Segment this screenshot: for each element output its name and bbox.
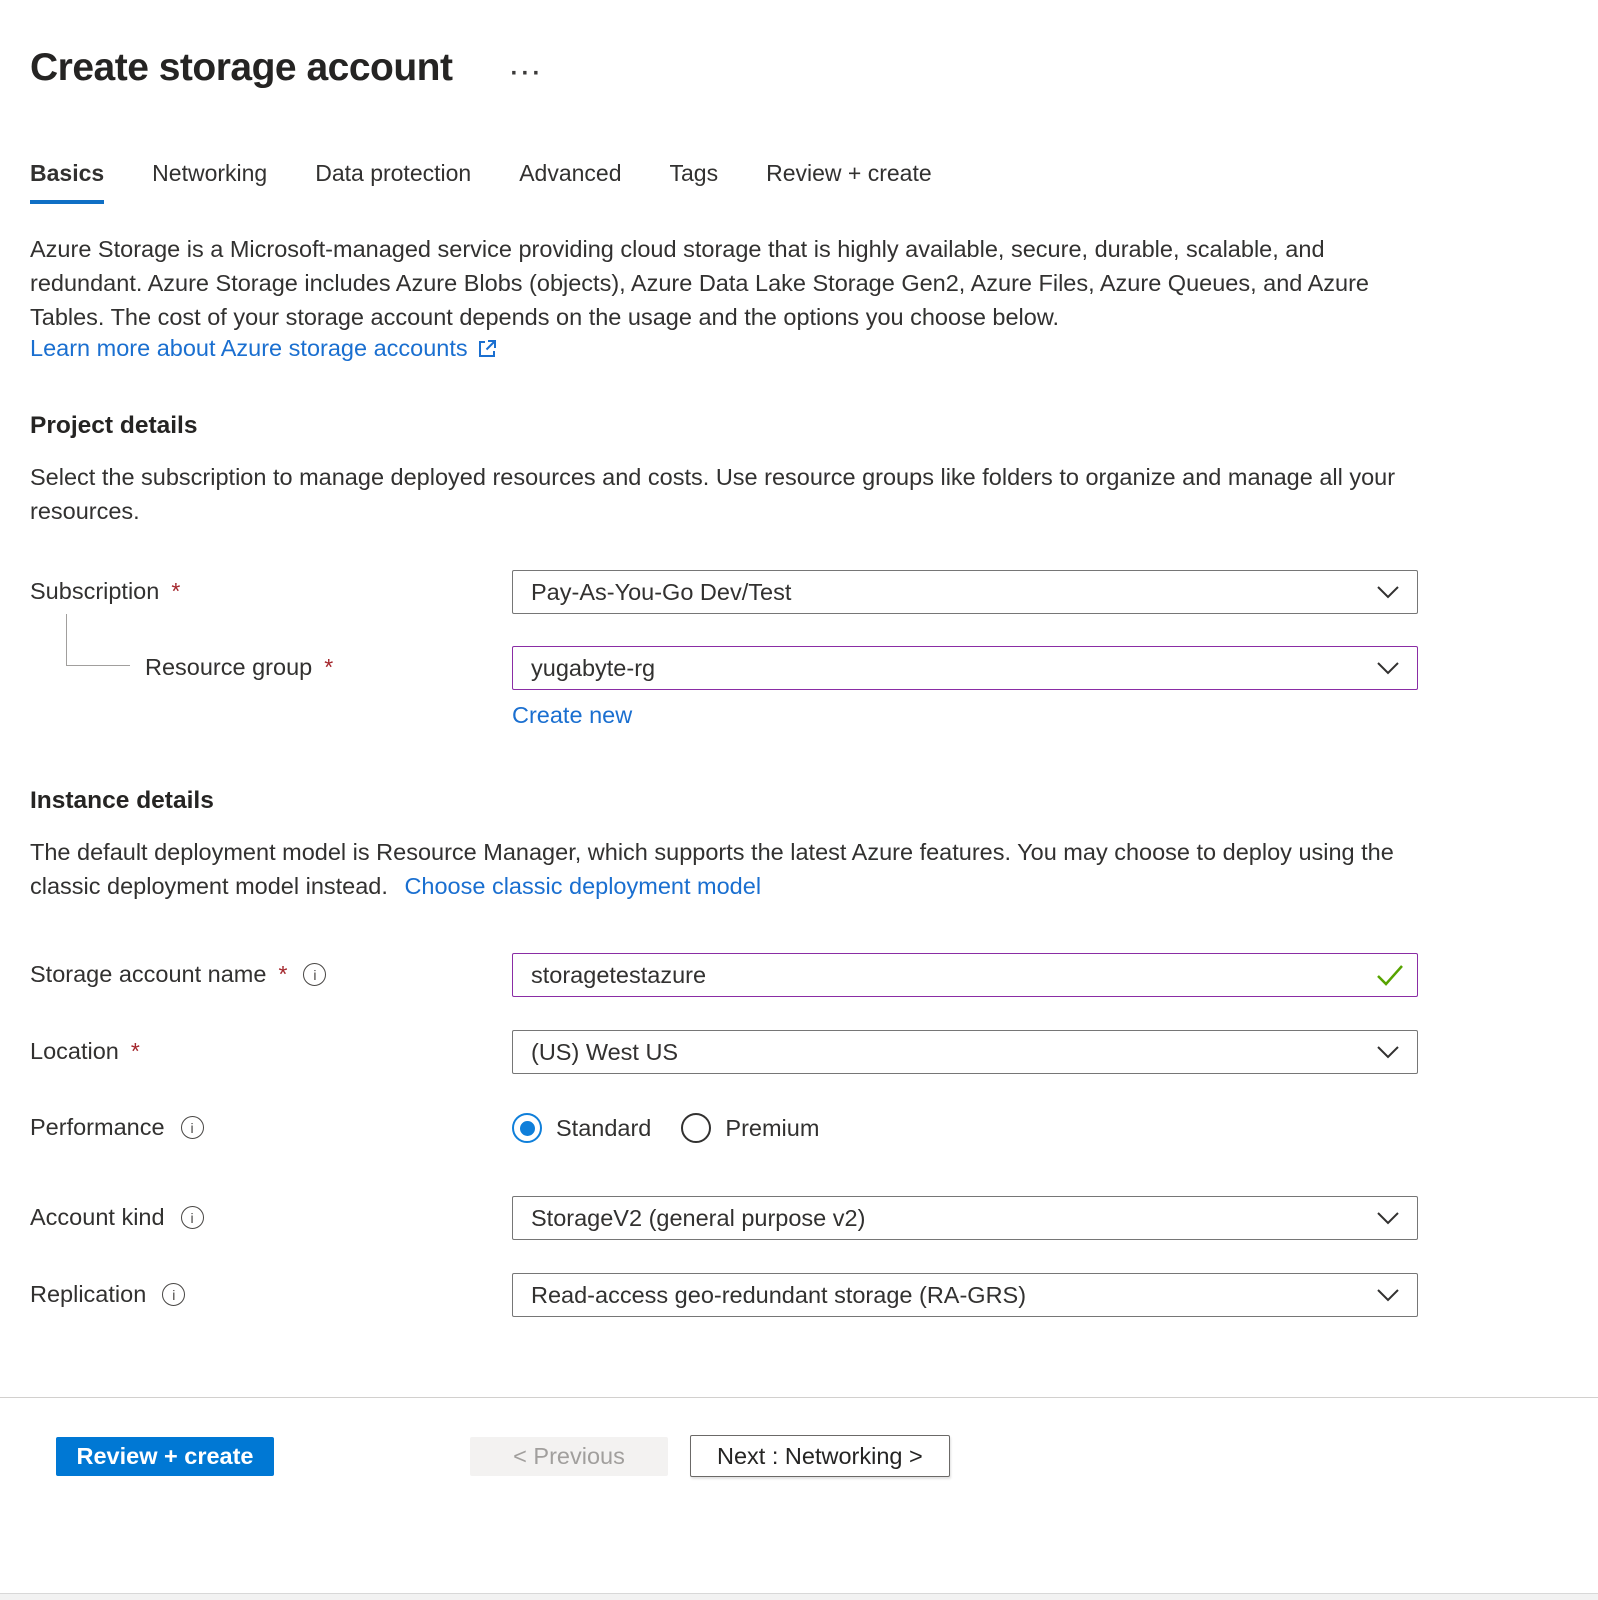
replication-row: Replication i Read-access geo-redundant …	[30, 1273, 1568, 1317]
info-icon[interactable]: i	[181, 1206, 204, 1229]
learn-more-link[interactable]: Learn more about Azure storage accounts	[30, 335, 498, 362]
info-icon[interactable]: i	[162, 1283, 185, 1306]
chevron-down-icon	[1377, 1289, 1399, 1302]
previous-button[interactable]: < Previous	[470, 1437, 668, 1476]
account-kind-label: Account kind	[30, 1204, 165, 1231]
subscription-value: Pay-As-You-Go Dev/Test	[531, 579, 791, 606]
chevron-down-icon	[1377, 662, 1399, 675]
storage-account-name-input[interactable]	[512, 953, 1418, 997]
next-networking-button[interactable]: Next : Networking >	[690, 1435, 950, 1477]
subscription-label-group: Subscription *	[30, 570, 512, 605]
radio-standard[interactable]: Standard	[512, 1113, 651, 1143]
tab-data-protection[interactable]: Data protection	[315, 160, 471, 204]
performance-radio-group: Standard Premium	[512, 1106, 1418, 1150]
chevron-down-icon	[1377, 1046, 1399, 1059]
storage-account-name-label: Storage account name	[30, 961, 266, 988]
radio-premium[interactable]: Premium	[681, 1113, 819, 1143]
chevron-down-icon	[1377, 586, 1399, 599]
project-details-heading: Project details	[30, 412, 1568, 440]
valid-check-icon	[1376, 964, 1404, 986]
classic-deployment-link[interactable]: Choose classic deployment model	[404, 873, 761, 899]
performance-row: Performance i Standard Premium	[30, 1106, 1568, 1150]
footer-button-bar: Review + create < Previous Next : Networ…	[0, 1398, 1598, 1477]
replication-label: Replication	[30, 1281, 146, 1308]
radio-standard-label: Standard	[556, 1115, 651, 1142]
more-menu-icon[interactable]: ···	[510, 62, 543, 86]
radio-dot-icon	[681, 1113, 711, 1143]
bottom-edge-strip	[0, 1593, 1598, 1600]
subscription-row: Subscription * Pay-As-You-Go Dev/Test	[30, 570, 1568, 614]
create-new-link[interactable]: Create new	[512, 702, 632, 729]
chevron-down-icon	[1377, 1212, 1399, 1225]
review-create-button[interactable]: Review + create	[56, 1437, 274, 1476]
tab-basics[interactable]: Basics	[30, 160, 104, 204]
replication-label-group: Replication i	[30, 1273, 512, 1308]
required-asterisk: *	[171, 578, 180, 605]
info-icon[interactable]: i	[181, 1116, 204, 1139]
radio-premium-label: Premium	[725, 1115, 819, 1142]
page-header: Create storage account ···	[30, 0, 1568, 90]
location-label: Location	[30, 1038, 119, 1065]
project-details-description: Select the subscription to manage deploy…	[30, 460, 1430, 528]
external-link-icon	[477, 338, 498, 359]
resource-group-label: Resource group	[145, 654, 312, 681]
create-storage-account-page: Create storage account ··· Basics Networ…	[0, 0, 1598, 1600]
info-icon[interactable]: i	[303, 963, 326, 986]
resource-group-row: Resource group * yugabyte-rg Create new	[30, 646, 1568, 729]
location-dropdown[interactable]: (US) West US	[512, 1030, 1418, 1074]
instance-details-heading: Instance details	[30, 787, 1568, 815]
location-label-group: Location *	[30, 1030, 512, 1065]
resource-group-dropdown[interactable]: yugabyte-rg	[512, 646, 1418, 690]
storage-account-name-row: Storage account name * i	[30, 953, 1568, 997]
tab-review-create[interactable]: Review + create	[766, 160, 932, 204]
replication-dropdown[interactable]: Read-access geo-redundant storage (RA-GR…	[512, 1273, 1418, 1317]
performance-label: Performance	[30, 1114, 165, 1141]
tree-connector-line	[66, 614, 130, 666]
account-kind-value: StorageV2 (general purpose v2)	[531, 1205, 865, 1232]
resource-group-label-group: Resource group *	[30, 646, 512, 681]
tab-tags[interactable]: Tags	[670, 160, 719, 204]
subscription-label: Subscription	[30, 578, 159, 605]
tab-networking[interactable]: Networking	[152, 160, 267, 204]
wizard-tabs: Basics Networking Data protection Advanc…	[30, 160, 1568, 204]
page-title: Create storage account	[30, 46, 452, 90]
instance-details-description: The default deployment model is Resource…	[30, 835, 1430, 903]
subscription-dropdown[interactable]: Pay-As-You-Go Dev/Test	[512, 570, 1418, 614]
location-value: (US) West US	[531, 1039, 678, 1066]
account-kind-dropdown[interactable]: StorageV2 (general purpose v2)	[512, 1196, 1418, 1240]
radio-dot-icon	[512, 1113, 542, 1143]
account-kind-label-group: Account kind i	[30, 1196, 512, 1231]
tab-advanced[interactable]: Advanced	[519, 160, 621, 204]
account-kind-row: Account kind i StorageV2 (general purpos…	[30, 1196, 1568, 1240]
required-asterisk: *	[278, 961, 287, 988]
required-asterisk: *	[131, 1038, 140, 1065]
storage-account-name-label-group: Storage account name * i	[30, 953, 512, 988]
required-asterisk: *	[324, 654, 333, 681]
resource-group-value: yugabyte-rg	[531, 655, 655, 682]
replication-value: Read-access geo-redundant storage (RA-GR…	[531, 1282, 1026, 1309]
location-row: Location * (US) West US	[30, 1030, 1568, 1074]
intro-paragraph: Azure Storage is a Microsoft-managed ser…	[30, 232, 1430, 334]
learn-more-label: Learn more about Azure storage accounts	[30, 335, 468, 362]
performance-label-group: Performance i	[30, 1106, 512, 1141]
